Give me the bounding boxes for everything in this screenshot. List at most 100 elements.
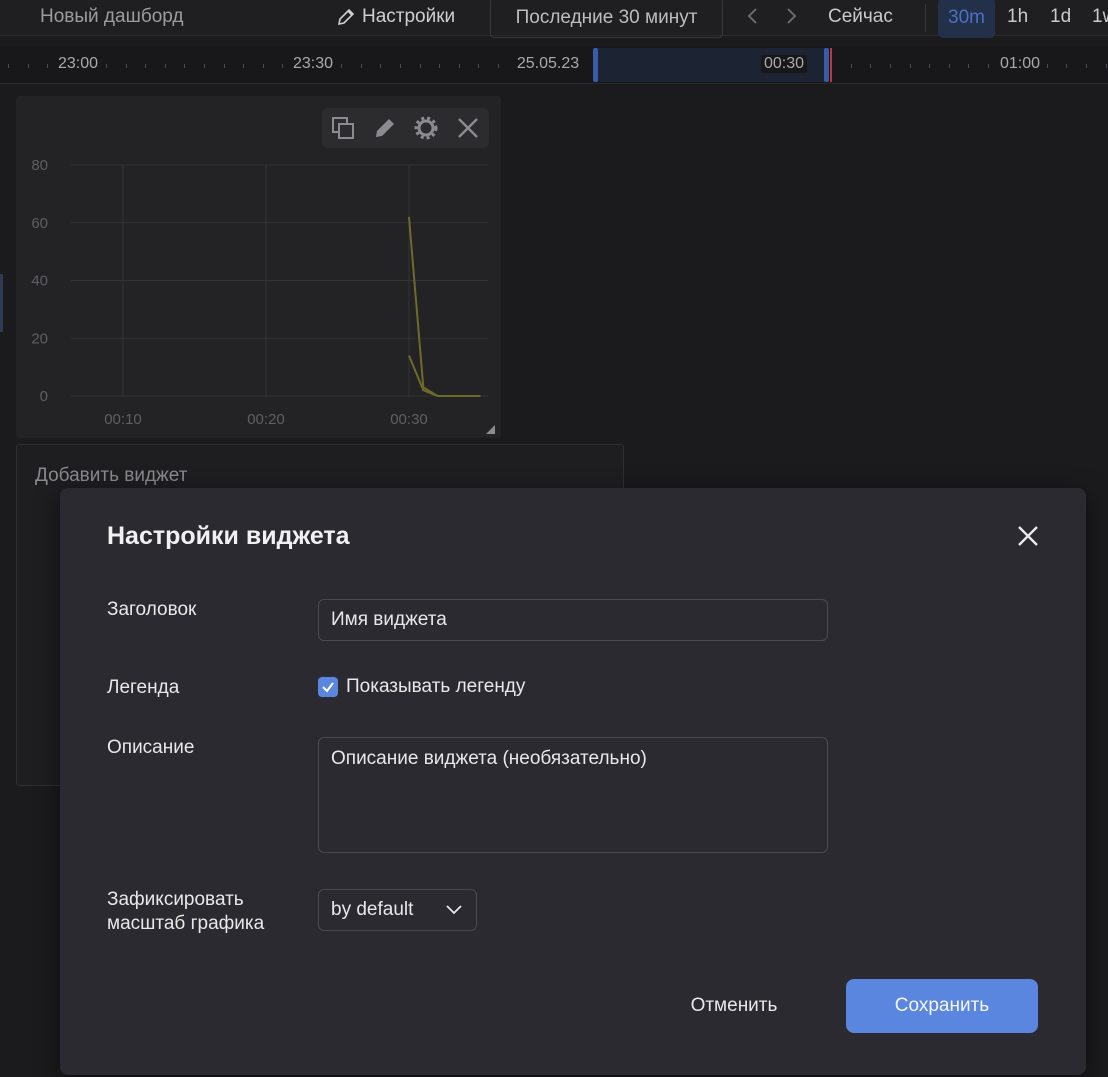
timeline-tick [459,64,460,68]
header-label: Заголовок [107,599,197,620]
timeline-tick [126,64,127,68]
timeline-tick [243,64,244,68]
checkbox-checked[interactable] [318,677,338,697]
scale-1h-button[interactable]: 1h [1007,6,1028,28]
dashboard-title[interactable]: Новый дашборд [40,6,184,28]
next-period-button[interactable] [784,6,798,32]
x-tick-label: 00:20 [247,411,285,428]
y-tick-label: 60 [31,215,48,232]
description-label: Описание [107,737,195,758]
timeline-label: 23:30 [289,55,337,73]
selection-handle-right[interactable] [824,48,829,82]
timeline-tick [204,64,205,68]
timeline-tick [263,64,264,68]
widget-settings-dialog: Настройки виджета Заголовок Имя виджета … [60,488,1086,1075]
description-placeholder: Описание виджета (необязательно) [331,748,647,769]
now-button[interactable]: Сейчас [828,6,893,28]
close-icon[interactable] [455,115,481,141]
chevron-right-icon [787,8,797,24]
timeline-tick [145,64,146,68]
scale-select-value: by default [331,899,414,920]
timeline-tick [890,64,891,68]
timeline-tick [968,64,969,68]
series-line [408,355,481,397]
timeline-tick [361,64,362,68]
scale-30m-button[interactable]: 30m [938,0,995,38]
widget-toolbar [322,108,489,148]
timeline-tick [420,64,421,68]
timeline-tick [929,64,930,68]
timeline-tick [1086,64,1087,68]
timeline-tick [341,64,342,68]
timeline-label: 23:00 [54,55,102,73]
timeline-label: 01:00 [996,55,1044,73]
timeline-ruler[interactable]: 23:00 23:30 25.05.23 00:30 01:00 [0,46,1108,84]
timeline-tick [498,64,499,68]
add-widget-title: Добавить виджет [35,465,188,486]
timeline-tick [8,64,9,68]
timeline-tick [400,64,401,68]
selection-handle-left[interactable] [593,48,598,82]
timeline-tick [28,64,29,68]
timeline-tick [949,64,950,68]
timeline-tick [47,64,48,68]
series-line [408,216,481,397]
time-range-button[interactable]: Последние 30 минут [490,0,723,38]
y-tick-label: 40 [31,273,48,290]
prev-period-button[interactable] [746,6,760,32]
current-time-marker [830,48,832,82]
timeline-tick [478,64,479,68]
timeline-tick [439,64,440,68]
chevron-left-icon [747,8,757,24]
timeline-tick [988,64,989,68]
scale-1d-button[interactable]: 1d [1050,6,1071,28]
y-tick-label: 20 [31,330,48,347]
checkmark-icon [322,682,334,693]
timeline-tick [1047,64,1048,68]
chevron-down-icon [446,905,462,915]
x-tick-label: 00:30 [390,411,428,428]
timeline-tick [224,64,225,68]
x-tick-label: 00:10 [104,411,142,428]
resize-handle[interactable] [486,425,495,434]
scale-select[interactable]: by default [318,889,477,931]
fix-scale-label-line1: Зафиксировать [107,889,244,910]
gear-icon[interactable] [413,115,439,141]
pencil-icon [337,8,355,26]
fix-scale-label-line2: масштаб графика [107,913,265,934]
copy-icon[interactable] [330,115,356,141]
timeline-tick [1066,64,1067,68]
close-icon[interactable] [1016,524,1040,548]
toolbar-divider [925,4,926,32]
widget-title-input[interactable]: Имя виджета [318,599,828,641]
timeline-tick [851,64,852,68]
show-legend-label: Показывать легенду [346,676,526,697]
settings-button[interactable]: Настройки [336,6,455,28]
show-legend-checkbox[interactable]: Показывать легенду [318,676,525,698]
timeline-tick [380,64,381,68]
timeline-tick [282,64,283,68]
widget-title-value: Имя виджета [331,609,447,630]
fix-scale-label: Зафиксировать масштаб графика [107,888,264,936]
settings-label: Настройки [362,6,456,27]
timeline-tick [1106,64,1107,68]
save-button[interactable]: Сохранить [846,979,1038,1033]
legend-label: Легенда [107,677,180,698]
pencil-icon[interactable] [372,115,398,141]
scale-1w-button[interactable]: 1w [1092,6,1108,28]
timeline-tick [184,64,185,68]
timeline-label: 00:30 [760,55,808,73]
top-toolbar: Новый дашборд Настройки Последние 30 мин… [0,0,1108,38]
description-textarea[interactable]: Описание виджета (необязательно) [318,737,828,853]
timeline-tick [165,64,166,68]
timeline-tick [910,64,911,68]
y-tick-label: 80 [31,157,48,174]
timeline-tick [870,64,871,68]
sidebar-indicator [0,274,3,332]
dialog-title: Настройки виджета [107,522,350,550]
cancel-button[interactable]: Отменить [668,979,800,1033]
chart-widget[interactable]: 0 20 40 60 80 00:10 00:20 00:30 [16,96,501,438]
y-tick-label: 0 [40,388,48,405]
timeline-tick [106,64,107,68]
timeline-label: 25.05.23 [513,55,583,73]
